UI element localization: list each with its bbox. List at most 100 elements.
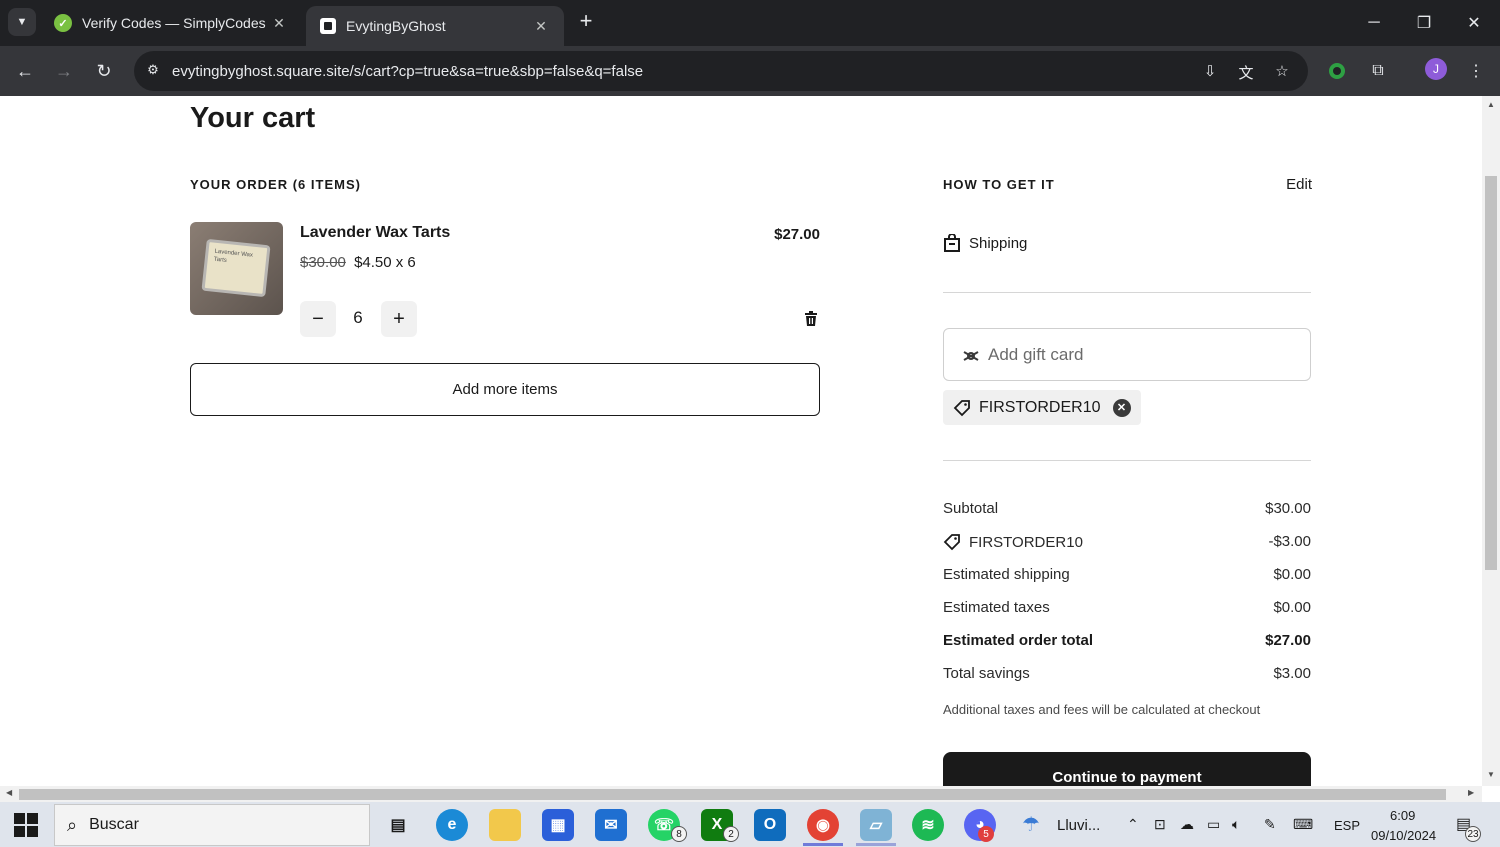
summary-savings: Total savings $3.00 — [943, 665, 1311, 682]
new-tab-button[interactable]: + — [574, 10, 598, 34]
close-window-button[interactable]: ✕ — [1449, 0, 1499, 46]
extensions-puzzle-icon[interactable]: ⧉ — [1366, 59, 1390, 83]
tab-evytingbyghost[interactable]: EvytingByGhost ✕ — [306, 6, 564, 46]
square-store-icon — [320, 18, 336, 34]
keyboard-icon[interactable]: ⌨ — [1293, 816, 1313, 833]
mail-icon[interactable]: ✉ — [595, 809, 627, 841]
clock-date[interactable]: 09/10/2024 — [1371, 828, 1436, 843]
pen-icon[interactable]: ✎ — [1264, 816, 1276, 833]
reload-button[interactable]: ↻ — [90, 57, 118, 85]
chevron-up-icon[interactable]: ⌃ — [1127, 816, 1139, 833]
close-icon[interactable]: ✕ — [532, 18, 550, 35]
shipping-label: Shipping — [969, 234, 1028, 252]
notification-badge: 23 — [1465, 826, 1481, 842]
active-app-indicator — [803, 843, 843, 846]
checkout-note: Additional taxes and fees will be calcul… — [943, 702, 1261, 717]
promo-code: FIRSTORDER10 — [979, 398, 1101, 416]
original-price: $30.00 — [300, 254, 346, 271]
summary-value: $27.00 — [1265, 632, 1311, 649]
site-info-icon[interactable]: ⚙ — [144, 62, 162, 80]
continue-to-payment-button[interactable]: Continue to payment — [943, 752, 1311, 786]
cart-page: Your cart YOUR ORDER (6 ITEMS) Lavender … — [0, 96, 1482, 786]
product-label-text: Lavender Wax Tarts — [201, 238, 271, 298]
summary-label: Estimated order total — [943, 632, 1094, 649]
horizontal-scroll-thumb[interactable] — [19, 789, 1446, 800]
address-bar[interactable]: ⚙ evytingbyghost.square.site/s/cart?cp=t… — [134, 51, 1308, 91]
tab-search-button[interactable]: ▼ — [8, 8, 36, 36]
notes-app-icon[interactable]: ▱ — [860, 809, 892, 841]
profile-avatar[interactable]: J — [1425, 58, 1447, 80]
unit-price: $4.50 x 6 — [354, 254, 416, 271]
whatsapp-badge: 8 — [671, 826, 687, 842]
add-more-items-button[interactable]: Add more items — [190, 363, 820, 416]
increase-quantity-button[interactable]: + — [381, 301, 417, 337]
summary-label: Total savings — [943, 665, 1030, 682]
summary-value: $3.00 — [1273, 665, 1311, 682]
tab-simplycodes[interactable]: ✓ Verify Codes — SimplyCodes ✕ — [40, 0, 302, 46]
page-title: Your cart — [190, 102, 316, 134]
shopping-bag-icon — [943, 234, 961, 252]
weather-label[interactable]: Lluvi... — [1057, 817, 1100, 834]
decrease-quantity-button[interactable]: − — [300, 301, 336, 337]
language-indicator[interactable]: ESP — [1334, 818, 1360, 833]
restore-button[interactable]: ❐ — [1399, 0, 1449, 46]
file-explorer-icon[interactable] — [489, 809, 521, 841]
tag-icon — [943, 533, 961, 551]
tab-title: EvytingByGhost — [346, 18, 446, 34]
remove-promo-icon[interactable]: ✕ — [1112, 398, 1131, 417]
summary-order-total: Estimated order total $27.00 — [943, 632, 1311, 649]
windows-start-icon[interactable] — [14, 813, 38, 837]
divider — [943, 292, 1311, 293]
outlook-icon[interactable]: O — [754, 809, 786, 841]
edge-icon[interactable]: e — [436, 809, 468, 841]
clock-time[interactable]: 6:09 — [1390, 808, 1415, 823]
summary-value: $0.00 — [1273, 566, 1311, 583]
gift-card-placeholder: Add gift card — [988, 344, 1084, 364]
close-icon[interactable]: ✕ — [270, 15, 288, 32]
chrome-icon[interactable]: ◉ — [807, 809, 839, 841]
summary-label: FIRSTORDER10 — [969, 533, 1083, 551]
shipping-method: Shipping — [943, 234, 1027, 252]
browser-tab-bar: ▼ ✓ Verify Codes — SimplyCodes ✕ Evyting… — [0, 0, 1500, 46]
url-text: evytingbyghost.square.site/s/cart?cp=tru… — [172, 62, 644, 80]
weather-rain-icon[interactable]: ☂ — [1022, 812, 1040, 837]
summary-value: -$3.00 — [1268, 533, 1311, 550]
forward-button[interactable]: → — [50, 57, 78, 85]
summary-shipping: Estimated shipping $0.00 — [943, 566, 1311, 583]
scroll-left-arrow[interactable]: ◀ — [6, 788, 12, 797]
menu-kebab-icon[interactable]: ⋮ — [1464, 59, 1488, 83]
volume-icon[interactable]: 🔈︎ — [1232, 816, 1240, 833]
network-icon[interactable]: ▭ — [1207, 816, 1220, 833]
taskbar-search[interactable]: ⌕ Buscar — [54, 804, 370, 846]
edit-fulfillment-link[interactable]: Edit — [1260, 176, 1312, 193]
install-app-icon[interactable]: ⇩ — [1200, 62, 1220, 82]
vertical-scroll-thumb[interactable] — [1485, 176, 1497, 570]
scroll-up-arrow[interactable]: ▲ — [1485, 100, 1497, 109]
product-name[interactable]: Lavender Wax Tarts — [300, 224, 450, 242]
price-line: $30.00 $4.50 x 6 — [300, 254, 416, 271]
summary-value: $0.00 — [1273, 599, 1311, 616]
trash-icon[interactable] — [801, 309, 821, 329]
scroll-right-arrow[interactable]: ▶ — [1468, 788, 1474, 797]
product-image[interactable]: Lavender Wax Tarts — [190, 222, 283, 315]
taskbar-search-label: Buscar — [89, 816, 139, 833]
back-button[interactable]: ← — [11, 57, 39, 85]
summary-label: Subtotal — [943, 500, 999, 517]
open-app-indicator — [856, 843, 896, 846]
minimize-button[interactable]: ─ — [1349, 0, 1399, 46]
gift-card-input[interactable]: Add gift card — [943, 328, 1311, 381]
applied-promo-chip: FIRSTORDER10 ✕ — [943, 390, 1141, 425]
tab-title: Verify Codes — SimplyCodes — [82, 15, 266, 31]
spotify-icon[interactable]: ≋ — [912, 809, 944, 841]
line-total: $27.00 — [774, 226, 820, 243]
summary-label: Estimated shipping — [943, 566, 1070, 583]
task-view-icon[interactable]: ▤ — [382, 809, 414, 841]
meet-now-icon[interactable]: ⊡ — [1154, 816, 1166, 833]
onedrive-cloud-icon[interactable]: ☁ — [1180, 816, 1194, 833]
bookmark-star-icon[interactable]: ☆ — [1272, 62, 1292, 82]
microsoft-store-icon[interactable]: ▦ — [542, 809, 574, 841]
translate-icon[interactable]: 文 — [1236, 62, 1256, 82]
extension-green-icon[interactable] — [1325, 59, 1349, 83]
summary-subtotal: Subtotal $30.00 — [943, 500, 1311, 517]
scroll-down-arrow[interactable]: ▼ — [1485, 770, 1497, 779]
